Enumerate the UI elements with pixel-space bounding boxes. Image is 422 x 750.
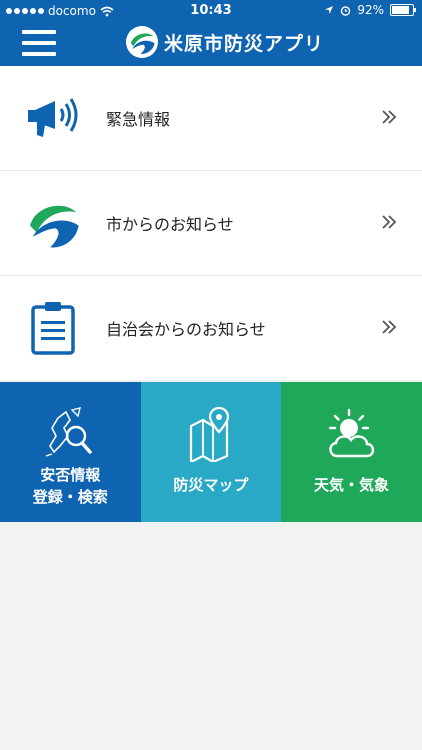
tile-label-line2: 登録・検索 [32,488,108,506]
app-header: docomo 10:43 92% 米原市防災アプリ [0,0,422,66]
app-root: docomo 10:43 92% 米原市防災アプリ 緊急情報 市からのお知らせ … [0,0,422,750]
tile-label: 天気・気象 [313,476,389,494]
hamburger-menu-button[interactable] [22,30,56,56]
alarm-icon [341,5,351,16]
app-brand: 米原市防災アプリ [126,26,324,58]
tile-label: 安否情報 登録・検索 [0,464,141,508]
menu-list: 緊急情報 市からのお知らせ 自治会からのお知らせ [0,66,422,381]
tile-safety-info[interactable]: 安否情報 登録・検索 [0,382,141,522]
sun-cloud-icon [281,406,422,462]
menu-item-community-notices[interactable]: 自治会からのお知らせ [0,276,422,381]
map-search-icon [0,406,141,462]
city-logo-icon [24,195,82,251]
double-chevron-right-icon [382,110,397,124]
tile-label-line1: 安否情報 [40,466,101,484]
tile-weather[interactable]: 天気・気象 [281,382,422,522]
battery-level [392,6,409,14]
status-bar: docomo 10:43 92% [0,0,422,22]
app-title: 米原市防災アプリ [164,32,325,55]
double-chevron-right-icon [382,215,397,229]
map-pin-icon [141,406,282,462]
battery-icon [390,4,416,16]
tile-hazard-map[interactable]: 防災マップ [140,382,282,522]
menu-item-city-notices[interactable]: 市からのお知らせ [0,171,422,276]
double-chevron-right-icon [382,320,397,334]
megaphone-icon [24,90,82,146]
tile-label: 防災マップ [173,476,249,494]
location-arrow-icon [325,6,334,14]
menu-item-label: 市からのお知らせ [106,215,234,234]
clipboard-icon [24,300,82,356]
city-logo-icon [126,26,158,58]
status-right: 92% [324,3,416,17]
menu-item-label: 緊急情報 [106,110,171,129]
battery-percent: 92% [357,3,384,17]
menu-item-label: 自治会からのお知らせ [106,320,266,339]
menu-item-emergency[interactable]: 緊急情報 [0,66,422,171]
quick-tiles: 安否情報 登録・検索 防災マップ 天気・気象 [0,382,422,522]
